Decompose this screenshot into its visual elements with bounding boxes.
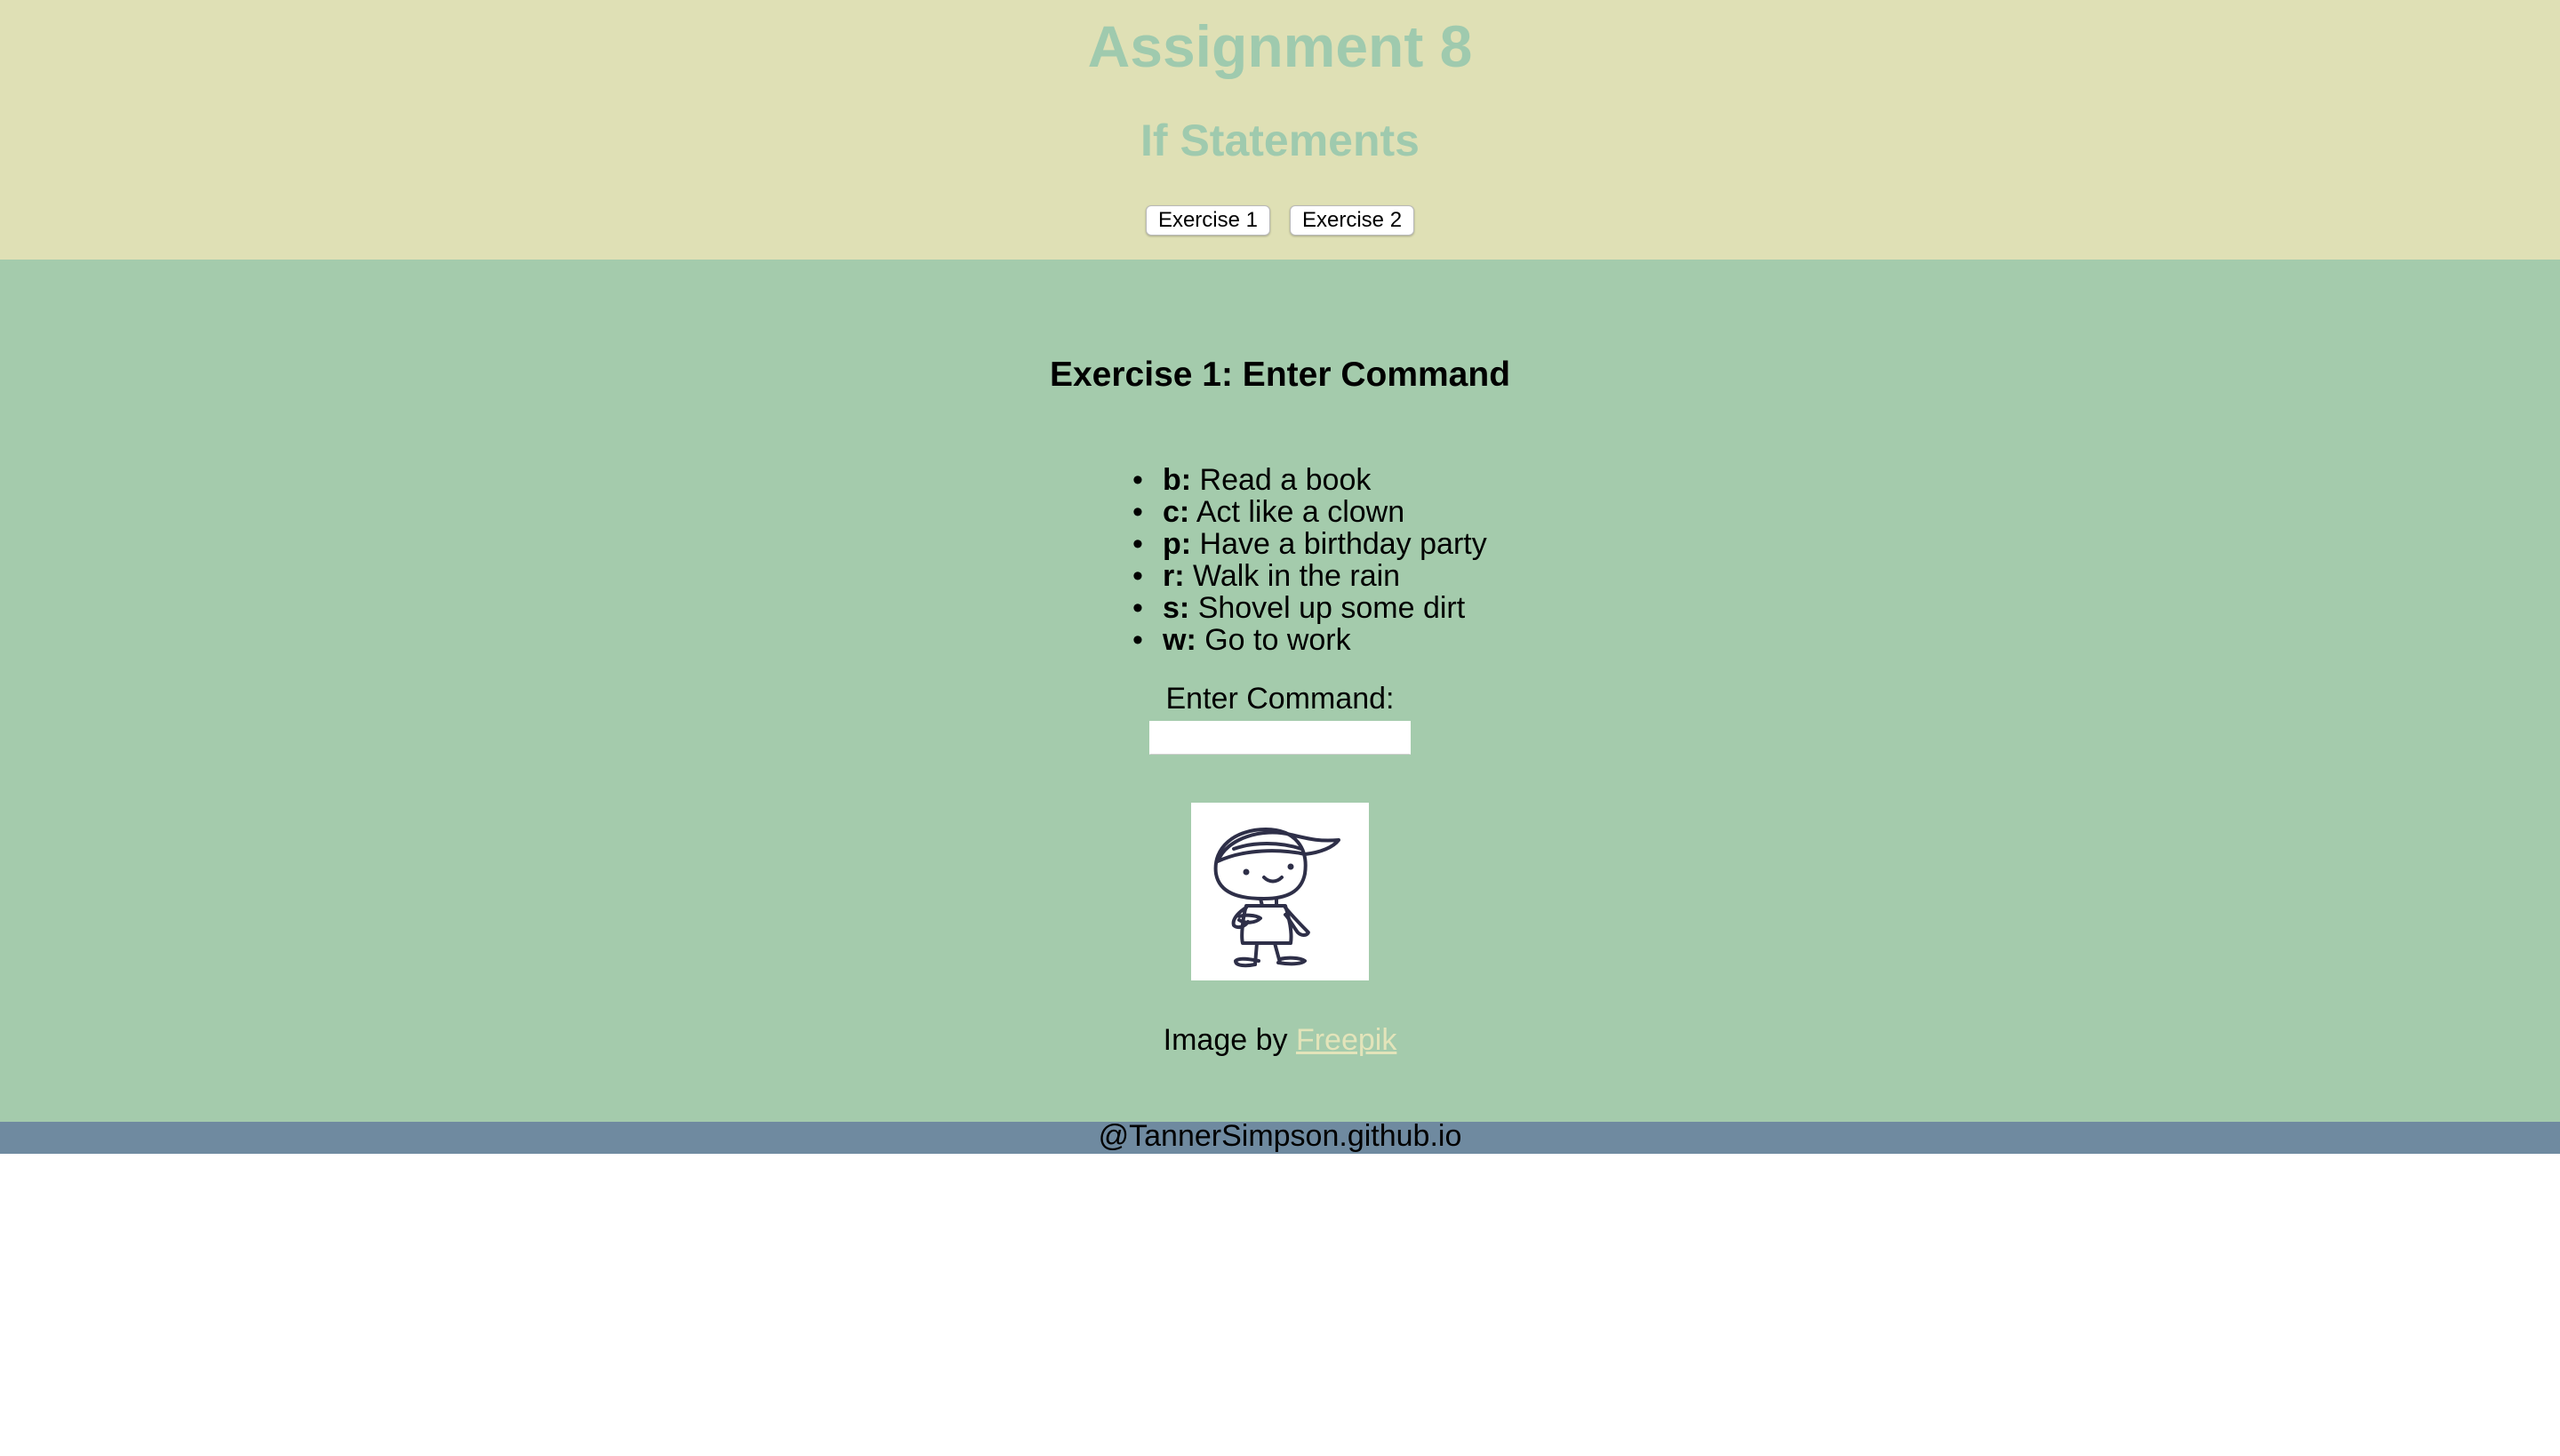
bullet-icon: •	[1132, 591, 1143, 625]
command-key: p:	[1163, 527, 1192, 561]
freepik-link[interactable]: Freepik	[1296, 1023, 1396, 1057]
command-key: w:	[1163, 623, 1196, 657]
command-key: c:	[1163, 495, 1190, 529]
command-action: Shovel up some dirt	[1197, 591, 1466, 625]
command-list: • b: Read a book • c: Act like a clown • p:…	[1132, 463, 1487, 657]
bullet-icon: •	[1132, 527, 1143, 561]
exercise-2-button[interactable]: Exercise 2	[1290, 205, 1415, 236]
list-item: • r: Walk in the rain	[1132, 559, 1487, 593]
bullet-icon: •	[1132, 623, 1143, 657]
command-action: Have a birthday party	[1199, 527, 1487, 561]
command-key: s:	[1163, 591, 1190, 625]
bullet-icon: •	[1132, 463, 1143, 497]
command-input-label: Enter Command:	[1165, 682, 1395, 716]
command-action: Read a book	[1199, 463, 1372, 497]
list-item: • w: Go to work	[1132, 623, 1487, 657]
exercise-nav: Exercise 1 Exercise 2	[0, 205, 2560, 236]
command-key: b:	[1163, 463, 1192, 497]
page-subtitle: If Statements	[1140, 116, 1420, 165]
list-item: • p: Have a birthday party	[1132, 527, 1487, 561]
command-action: Act like a clown	[1196, 495, 1405, 529]
command-input[interactable]	[1149, 721, 1411, 755]
footer-text: @TannerSimpson.github.io	[1098, 1119, 1462, 1153]
command-action: Go to work	[1204, 623, 1351, 657]
command-action: Walk in the rain	[1193, 559, 1401, 593]
cartoon-boy-icon	[1191, 803, 1369, 980]
bullet-icon: •	[1132, 495, 1143, 529]
exercise-1-button[interactable]: Exercise 1	[1145, 205, 1270, 236]
command-key: r:	[1163, 559, 1185, 593]
credit-prefix: Image by	[1163, 1023, 1288, 1057]
page-footer: @TannerSimpson.github.io	[0, 1119, 2560, 1154]
bullet-icon: •	[1132, 559, 1143, 593]
image-credit: Image by Freepik	[0, 1022, 2560, 1058]
list-item: • c: Act like a clown	[1132, 495, 1487, 529]
list-item: • b: Read a book	[1132, 463, 1487, 497]
page-title: Assignment 8	[1087, 13, 1473, 79]
page-header: Assignment 8 If Statements Exercise 1 Exe…	[0, 0, 2560, 260]
list-item: • s: Shovel up some dirt	[1132, 591, 1487, 625]
exercise-heading: Exercise 1: Enter Command	[1049, 356, 1511, 394]
main-content: Exercise 1: Enter Command • b: Read a boo…	[0, 260, 2560, 1122]
